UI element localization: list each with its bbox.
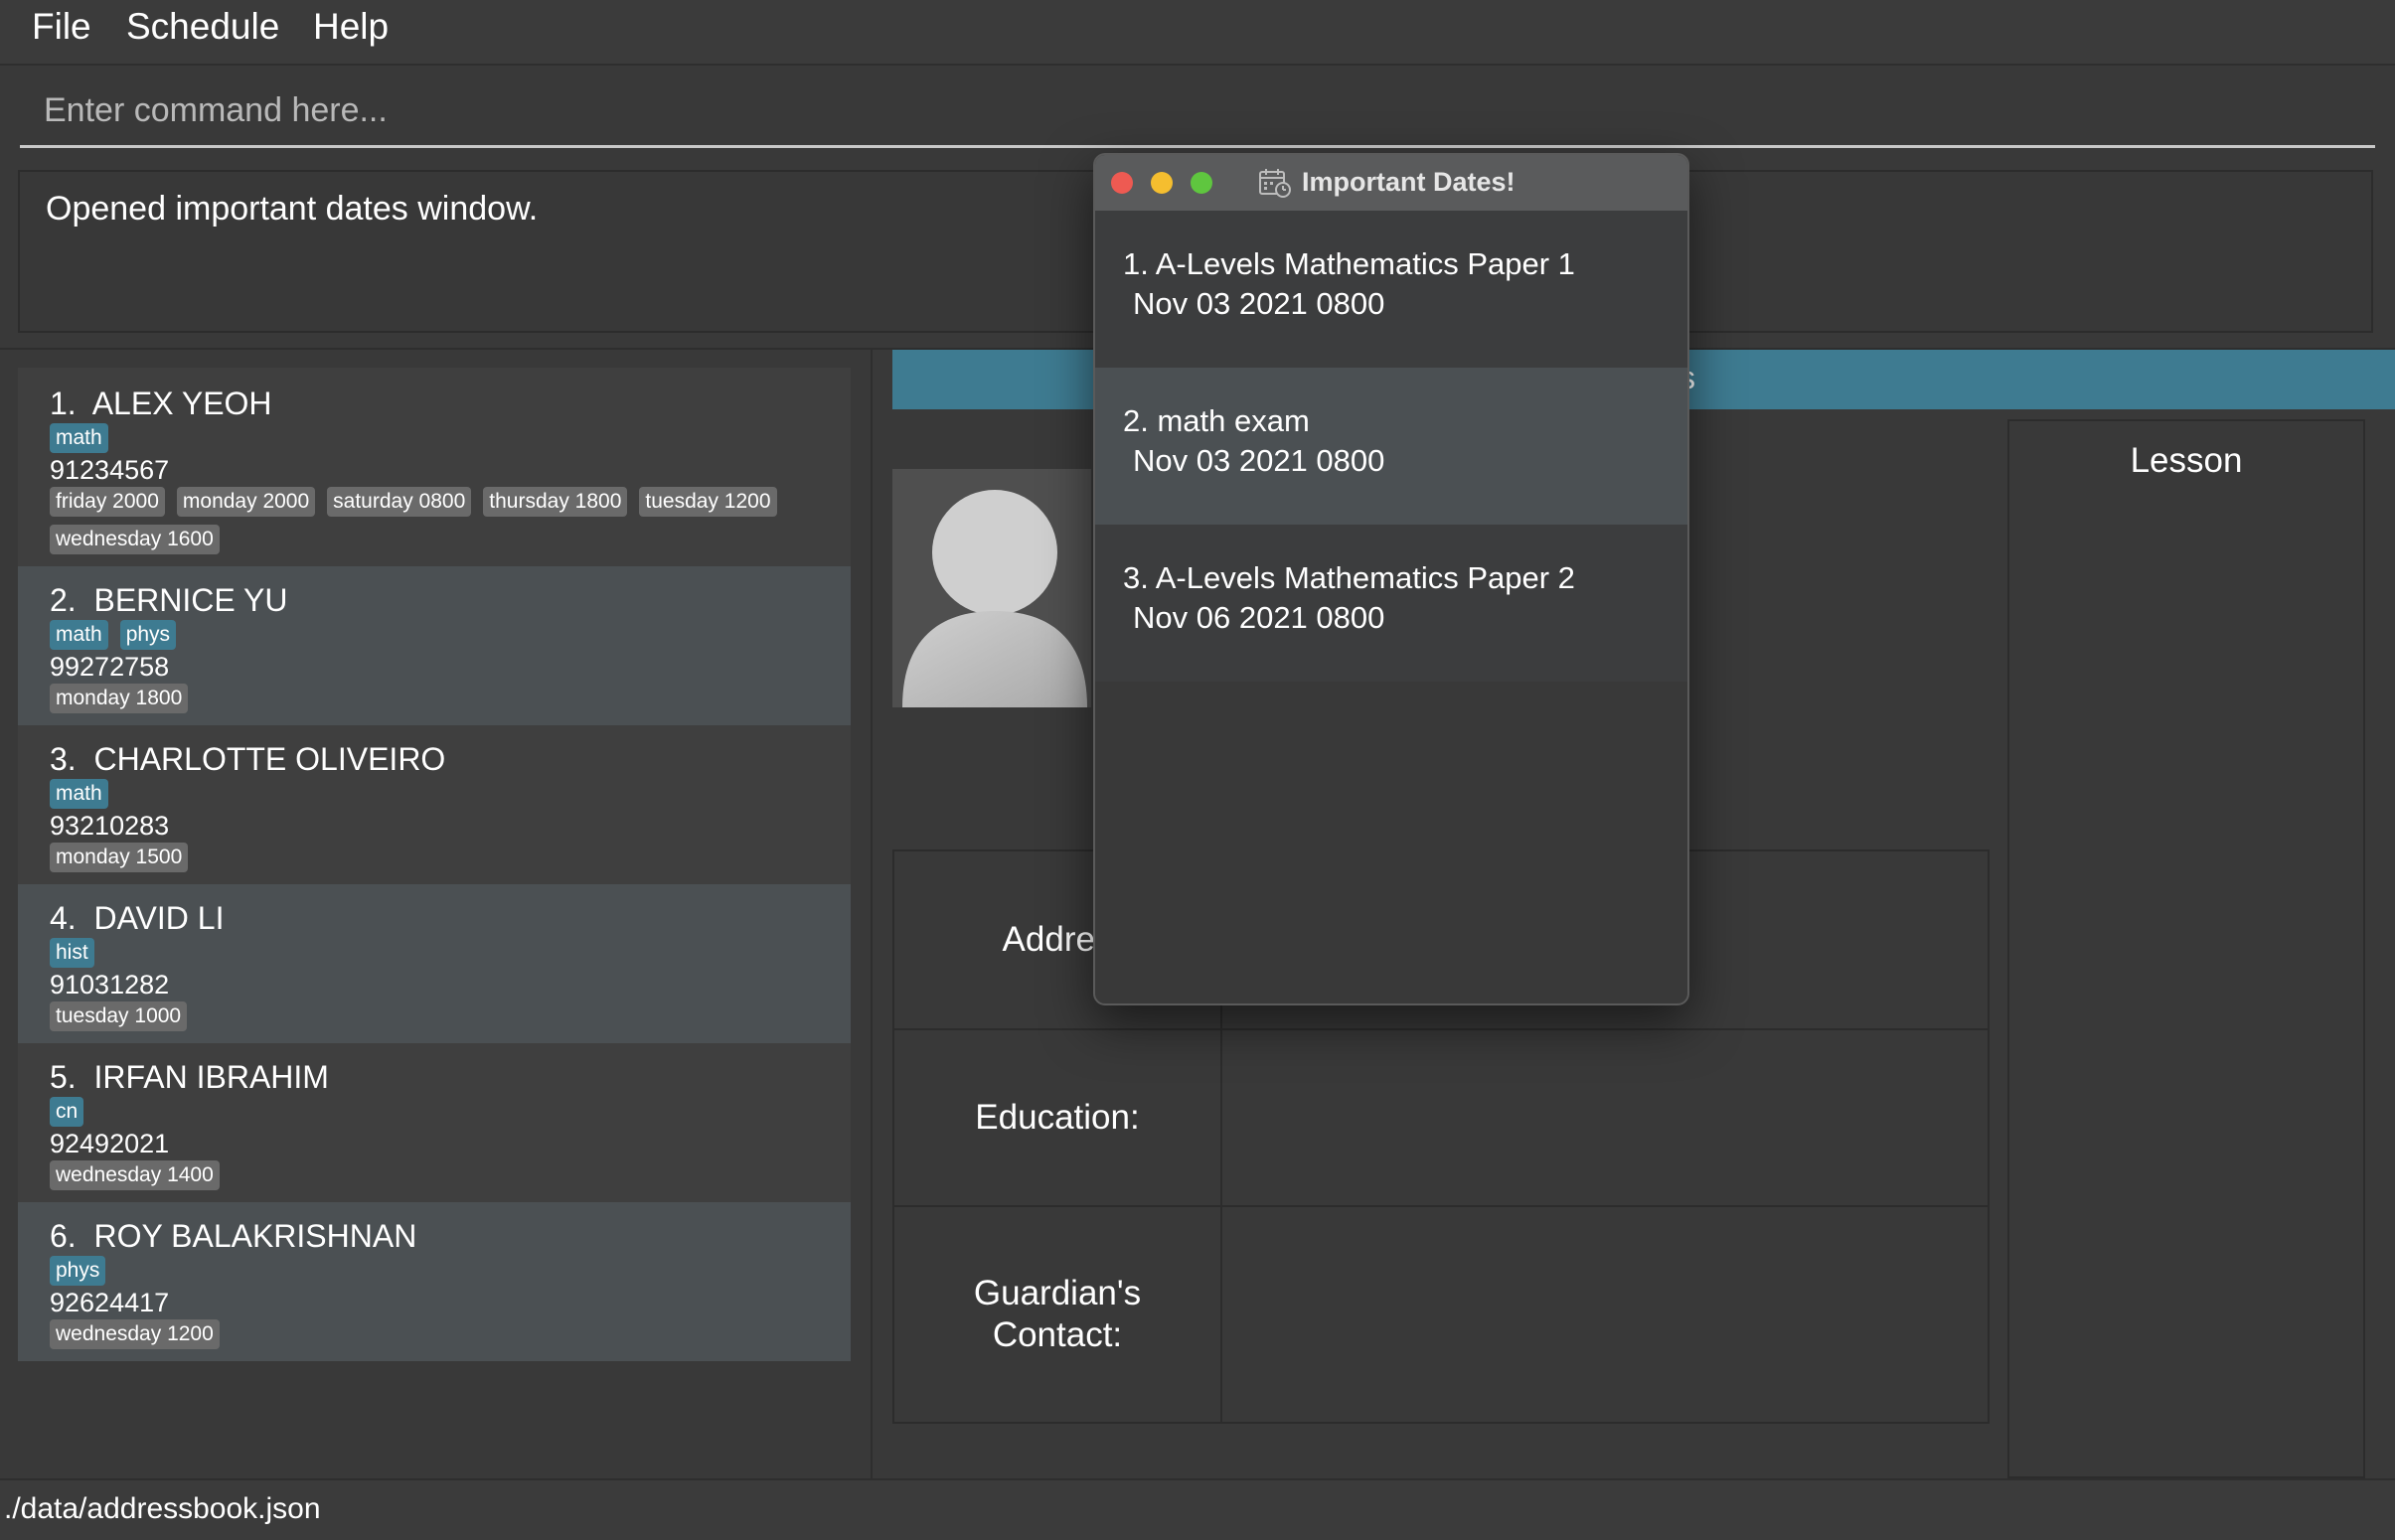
time-tag: wednesday 1600: [50, 525, 220, 554]
subject-tag: math: [50, 620, 108, 650]
person-phone: 92624417: [50, 1288, 170, 1317]
menu-file[interactable]: File: [32, 6, 91, 48]
date-datetime: Nov 03 2021 0800: [1133, 286, 1385, 321]
subject-tags: cn: [50, 1097, 84, 1127]
person-name: 4. DAVID LI: [50, 900, 225, 936]
important-date-item[interactable]: 1. A-Levels Mathematics Paper 1 Nov 03 2…: [1095, 211, 1687, 368]
default-user-avatar-icon: [902, 490, 1087, 707]
menu-schedule[interactable]: Schedule: [126, 6, 279, 48]
education-row: Education:: [894, 1030, 1988, 1207]
time-tag: saturday 0800: [327, 487, 472, 517]
save-location: ./data/addressbook.json: [4, 1492, 321, 1525]
lesson-time-tags: wednesday 1400: [50, 1160, 220, 1190]
subject-tag: phys: [50, 1256, 106, 1286]
close-window-button[interactable]: [1111, 172, 1133, 194]
subject-tags: phys: [50, 1256, 106, 1286]
lesson-time-tags: monday 1800: [50, 684, 189, 713]
time-tag: monday 1800: [50, 684, 189, 713]
avatar: [892, 469, 1091, 707]
minimize-window-button[interactable]: [1151, 172, 1173, 194]
important-dates-window[interactable]: Important Dates! 1. A-Levels Mathematics…: [1093, 153, 1689, 1005]
time-tag: thursday 1800: [483, 487, 628, 517]
person-card[interactable]: 5. IRFAN IBRAHIM cn 92492021 wednesday 1…: [18, 1043, 851, 1202]
guardian-contact-label: Guardian's Contact:: [894, 1207, 1222, 1422]
lesson-time-tags: friday 2000 monday 2000 saturday 0800 th…: [50, 487, 777, 517]
person-card[interactable]: 1. ALEX YEOH math 91234567 friday 2000 m…: [18, 368, 851, 566]
subject-tags: math: [50, 423, 108, 453]
person-card[interactable]: 4. DAVID LI hist 91031282 tuesday 1000: [18, 884, 851, 1043]
lesson-time-tags: wednesday 1200: [50, 1319, 220, 1349]
date-description: 2. math exam: [1123, 403, 1310, 438]
subject-tag: math: [50, 779, 108, 809]
date-description: 1. A-Levels Mathematics Paper 1: [1123, 246, 1575, 281]
maximize-window-button[interactable]: [1191, 172, 1212, 194]
panel-divider[interactable]: [871, 350, 873, 1478]
person-card[interactable]: 3. CHARLOTTE OLIVEIRO math 93210283 mond…: [18, 725, 851, 884]
time-tag: friday 2000: [50, 487, 165, 517]
subject-tag: hist: [50, 938, 94, 968]
command-box: [20, 79, 2375, 148]
lesson-panel: Lesson: [2007, 419, 2365, 1478]
subject-tag: phys: [119, 620, 177, 650]
person-card[interactable]: 6. ROY BALAKRISHNAN phys 92624417 wednes…: [18, 1202, 851, 1361]
lesson-title: Lesson: [2130, 441, 2243, 480]
status-bar: ./data/addressbook.json: [0, 1478, 2395, 1540]
window-title: Important Dates!: [1302, 167, 1516, 197]
subject-tags: math: [50, 779, 108, 809]
person-phone: 91234567: [50, 455, 170, 485]
important-date-item[interactable]: 2. math exam Nov 03 2021 0800: [1095, 368, 1687, 525]
menu-bar: File Schedule Help: [0, 0, 2395, 66]
subject-tag: cn: [50, 1097, 84, 1127]
date-datetime: Nov 06 2021 0800: [1133, 600, 1385, 635]
window-titlebar[interactable]: Important Dates!: [1095, 155, 1687, 213]
person-card[interactable]: 2. BERNICE YU math phys 99272758 monday …: [18, 566, 851, 725]
time-tag: monday 1500: [50, 843, 189, 872]
person-phone: 93210283: [50, 811, 170, 841]
education-label: Education:: [894, 1030, 1222, 1205]
guardian-row: Guardian's Contact:: [894, 1207, 1988, 1422]
time-tag: monday 2000: [176, 487, 316, 517]
time-tag: wednesday 1400: [50, 1160, 220, 1190]
result-message: Opened important dates window.: [46, 190, 539, 228]
command-input[interactable]: [20, 79, 2375, 141]
date-datetime: Nov 03 2021 0800: [1133, 443, 1385, 478]
person-name: 3. CHARLOTTE OLIVEIRO: [50, 741, 446, 777]
person-name: 2. BERNICE YU: [50, 582, 288, 618]
calendar-clock-icon: [1258, 167, 1292, 204]
menu-help[interactable]: Help: [313, 6, 389, 48]
time-tag: wednesday 1200: [50, 1319, 220, 1349]
person-phone: 91031282: [50, 970, 170, 1000]
subject-tag: math: [50, 423, 108, 453]
person-phone: 92492021: [50, 1129, 170, 1158]
person-phone: 99272758: [50, 652, 170, 682]
lesson-time-tags: tuesday 1000: [50, 1001, 188, 1031]
person-name: 5. IRFAN IBRAHIM: [50, 1059, 329, 1095]
subject-tags: hist: [50, 938, 94, 968]
person-list[interactable]: 1. ALEX YEOH math 91234567 friday 2000 m…: [18, 368, 853, 1461]
lesson-time-tags: wednesday 1600: [50, 525, 220, 554]
person-name: 6. ROY BALAKRISHNAN: [50, 1218, 417, 1254]
time-tag: tuesday 1200: [639, 487, 777, 517]
lesson-time-tags: monday 1500: [50, 843, 189, 872]
date-description: 3. A-Levels Mathematics Paper 2: [1123, 560, 1575, 595]
time-tag: tuesday 1000: [50, 1001, 188, 1031]
person-name: 1. ALEX YEOH: [50, 385, 272, 421]
important-date-item[interactable]: 3. A-Levels Mathematics Paper 2 Nov 06 2…: [1095, 525, 1687, 682]
subject-tags: math phys: [50, 620, 177, 650]
